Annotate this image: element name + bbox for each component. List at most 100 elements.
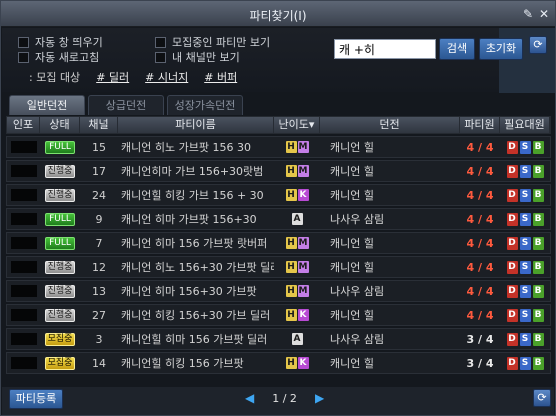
table-row[interactable]: FULL 7 캐니언 히마 156 가브팟 랏버퍼 HM 캐니언 힐 4 / 4…	[6, 232, 551, 254]
col-status: 상태	[40, 117, 80, 133]
tab-growth-dungeon[interactable]: 성장가속던전	[167, 95, 243, 115]
refresh-icon[interactable]: ⟳	[529, 36, 547, 54]
info-cell[interactable]	[7, 189, 40, 201]
required-roles: D S B	[500, 356, 550, 370]
dealer-role-icon: D	[506, 308, 518, 322]
prev-page-icon[interactable]: ◀	[245, 391, 254, 405]
my-channel-checkbox[interactable]: 내 채널만 보기	[155, 49, 240, 65]
party-finder-window: 파티찾기(I) ✎ ✕ 자동 창 띄우기 자동 새로고침 모집중인 파티만 보기…	[0, 0, 556, 416]
difficulty-cell: HM	[274, 261, 320, 273]
difficulty-badge: A	[291, 333, 303, 345]
table-row[interactable]: 모집중 14 캐니언힐 히킹 156 가브팟 HK 캐니언 힐 3 / 4 D …	[6, 352, 551, 374]
synergy-role-icon: S	[519, 188, 531, 202]
pin-icon[interactable]: ✎	[521, 7, 535, 21]
info-box[interactable]	[10, 357, 37, 369]
table-row[interactable]: 진행중 24 캐니언힐 히킹 가브 156 + 30 HK 캐니언 힐 4 / …	[6, 184, 551, 206]
info-box[interactable]	[10, 189, 37, 201]
channel-cell: 14	[92, 356, 106, 370]
tag-synergy[interactable]: # 시너지	[145, 69, 188, 85]
search-button[interactable]: 검색	[439, 38, 475, 60]
channel-cell: 17	[92, 164, 106, 178]
table-row[interactable]: 모집중 3 캐니언힐 히마 156 가브팟 딜러 A 나사우 삼림 3 / 4 …	[6, 328, 551, 350]
tab-normal-dungeon[interactable]: 일반던전	[9, 95, 85, 115]
checkbox-box[interactable]	[18, 36, 29, 48]
dealer-role-icon: D	[506, 284, 518, 298]
table-row[interactable]: FULL 9 캐니언 히마 가브팟 156+30 A 나사우 삼림 4 / 4 …	[6, 208, 551, 230]
info-box[interactable]	[10, 309, 37, 321]
buffer-role-icon: B	[532, 212, 544, 226]
difficulty-badge: H	[285, 237, 297, 249]
info-box[interactable]	[10, 237, 37, 249]
table-row[interactable]: FULL 15 캐니언 히노 가브팟 156 30 HM 캐니언 힐 4 / 4…	[6, 136, 551, 158]
recruiting-only-label: 모집중인 파티만 보기	[172, 36, 271, 49]
table-row[interactable]: 진행중 12 캐니언 히노 156+30 가브팟 딜러 HM 캐니언 힐 4 /…	[6, 256, 551, 278]
status-badge: FULL	[45, 140, 75, 154]
required-roles: D S B	[500, 236, 550, 250]
info-cell[interactable]	[7, 165, 40, 177]
reset-button[interactable]: 초기화	[479, 38, 523, 60]
synergy-role-icon: S	[519, 212, 531, 226]
info-cell[interactable]	[7, 285, 40, 297]
search-input[interactable]	[334, 39, 436, 59]
required-roles: D S B	[500, 212, 550, 226]
info-cell[interactable]	[7, 141, 40, 153]
table-row[interactable]: 진행중 13 캐니언 히마 156+30 가브팟 HM 나사우 삼림 4 / 4…	[6, 280, 551, 302]
difficulty-badge: H	[285, 189, 297, 201]
recruiting-only-checkbox[interactable]: 모집중인 파티만 보기	[155, 34, 270, 50]
buffer-role-icon: B	[532, 308, 544, 322]
info-box[interactable]	[10, 165, 37, 177]
info-box[interactable]	[10, 261, 37, 273]
synergy-role-icon: S	[519, 164, 531, 178]
buffer-role-icon: B	[532, 332, 544, 346]
table-row[interactable]: 진행중 17 캐니언히마 가브 156+30랏범 HM 캐니언 힐 4 / 4 …	[6, 160, 551, 182]
dungeon-name: 나사우 삼림	[330, 213, 385, 226]
dungeon-name: 캐니언 힐	[330, 309, 374, 322]
info-cell[interactable]	[7, 309, 40, 321]
table-row[interactable]: 진행중 27 캐니언 히킹 156+30 가브 딜러 HK 캐니언 힐 4 / …	[6, 304, 551, 326]
info-cell[interactable]	[7, 261, 40, 273]
next-page-icon[interactable]: ▶	[315, 391, 324, 405]
info-cell[interactable]	[7, 213, 40, 225]
dungeon-tabs: 일반던전 상급던전 성장가속던전	[9, 95, 243, 115]
register-party-button[interactable]: 파티등록	[9, 389, 63, 409]
checkbox-box[interactable]	[155, 51, 166, 63]
difficulty-badge: H	[285, 309, 297, 321]
checkbox-box[interactable]	[155, 36, 166, 48]
checkbox-box[interactable]	[18, 51, 29, 63]
info-cell[interactable]	[7, 237, 40, 249]
required-roles: D S B	[500, 284, 550, 298]
difficulty-badge: M	[297, 141, 309, 153]
channel-cell: 9	[95, 212, 103, 226]
auto-refresh-checkbox[interactable]: 자동 새로고침	[18, 49, 99, 65]
col-difficulty[interactable]: 난이도▾	[274, 117, 320, 133]
status-cell: 진행중	[40, 260, 80, 274]
status-cell: 진행중	[40, 164, 80, 178]
synergy-role-icon: S	[519, 356, 531, 370]
info-cell[interactable]	[7, 357, 40, 369]
auto-popup-checkbox[interactable]: 자동 창 띄우기	[18, 34, 103, 50]
tab-advanced-dungeon[interactable]: 상급던전	[88, 95, 164, 115]
dungeon-name: 캐니언 힐	[330, 189, 374, 202]
dungeon-name: 캐니언 힐	[330, 261, 374, 274]
status-cell: 진행중	[40, 284, 80, 298]
dealer-role-icon: D	[506, 164, 518, 178]
info-box[interactable]	[10, 333, 37, 345]
info-box[interactable]	[10, 213, 37, 225]
required-roles: D S B	[500, 140, 550, 154]
info-box[interactable]	[10, 141, 37, 153]
close-icon[interactable]: ✕	[537, 7, 551, 21]
status-badge: 진행중	[45, 164, 75, 178]
difficulty-badge: M	[297, 285, 309, 297]
dealer-role-icon: D	[506, 236, 518, 250]
tag-dealer[interactable]: # 딜러	[96, 69, 129, 85]
difficulty-badge: H	[285, 285, 297, 297]
channel-cell: 13	[92, 284, 106, 298]
info-box[interactable]	[10, 285, 37, 297]
title-bar[interactable]: 파티찾기(I) ✎ ✕	[1, 1, 555, 27]
status-cell: 진행중	[40, 308, 80, 322]
party-name: 캐니언 히노 156+30 가브팟 딜러	[121, 261, 274, 274]
difficulty-cell: HK	[274, 357, 320, 369]
info-cell[interactable]	[7, 333, 40, 345]
tag-buffer[interactable]: # 버퍼	[204, 69, 237, 85]
refresh-list-icon[interactable]: ⟳	[533, 389, 551, 407]
